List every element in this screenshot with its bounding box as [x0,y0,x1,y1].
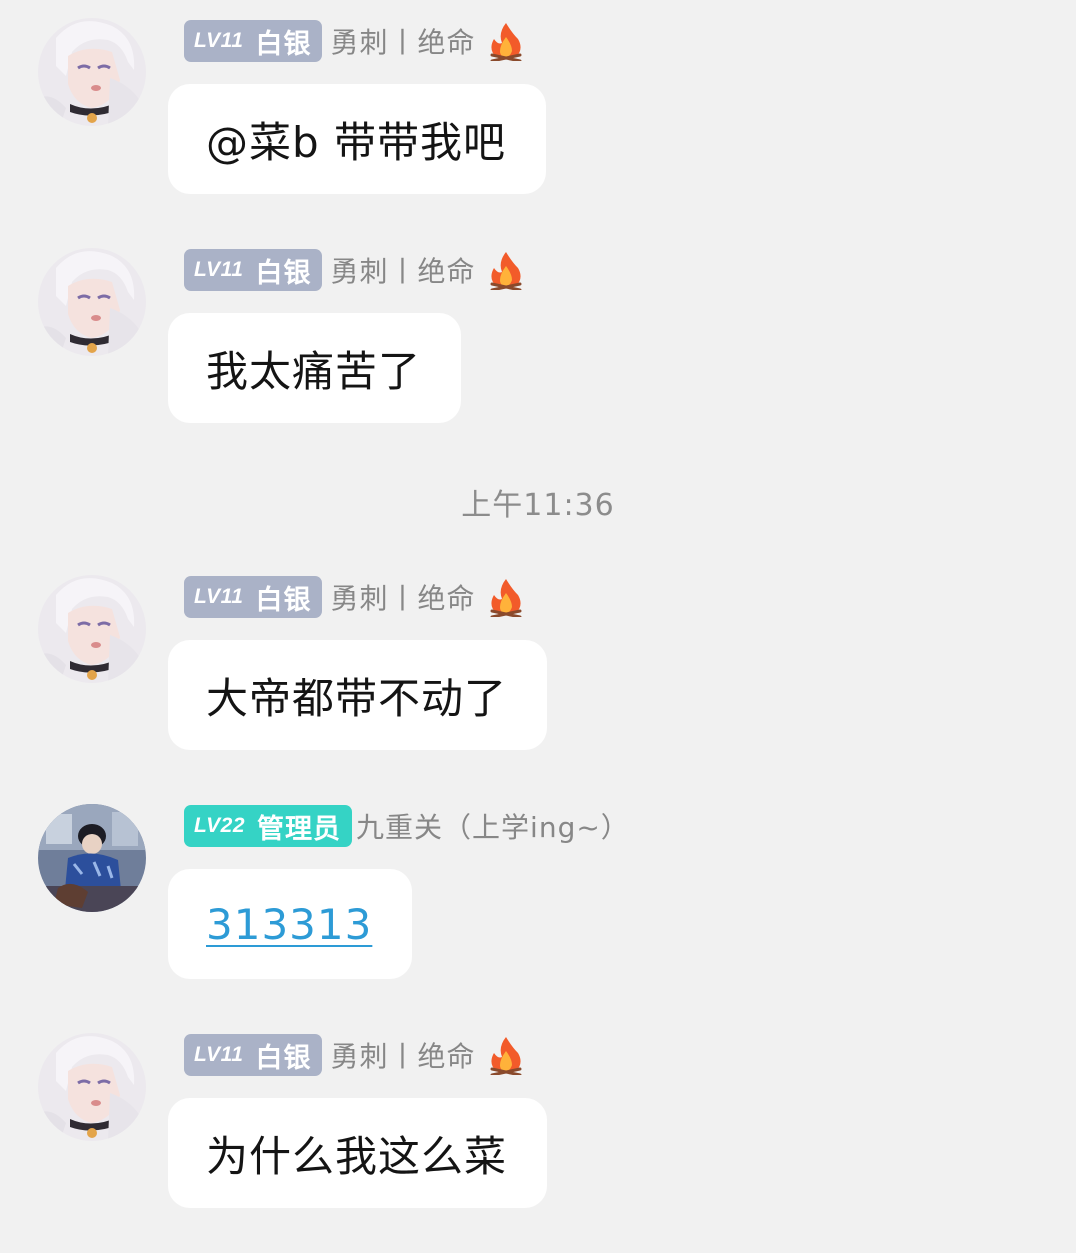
message-bubble[interactable]: 我太痛苦了 [168,313,462,423]
level-badge: LV22 管理员 [184,805,353,847]
message-header: LV22 管理员 九重关（上学ing~） [184,805,630,847]
anime-girl-avatar[interactable] [38,575,146,683]
level-badge: LV11 白银 [184,20,323,62]
message-header: LV11 白银 勇刺丨绝命 [184,249,524,291]
message-bubble[interactable]: 313313 [168,869,413,979]
anime-girl-avatar[interactable] [38,248,146,356]
message-header: LV11 白银 勇刺丨绝命 [184,576,524,618]
anime-girl-avatar[interactable] [38,18,146,126]
nickname[interactable]: 九重关（上学ing~） [356,806,630,846]
rank-text: 白银 [255,584,312,616]
anime-boy-avatar[interactable] [38,804,146,912]
message-text: 为什么我这么菜 [206,1131,508,1181]
fire-icon [488,577,524,617]
level-text: LV11 [194,1043,244,1066]
nickname[interactable]: 勇刺丨绝命 [330,250,475,290]
level-badge: LV11 白银 [184,249,323,291]
fire-icon [488,21,524,61]
anime-girl-avatar[interactable] [38,1033,146,1141]
fire-icon [488,250,524,290]
message-bubble[interactable]: 大帝都带不动了 [168,640,548,750]
message-bubble[interactable]: @菜b 带带我吧 [168,84,547,194]
message-header: LV11 白银 勇刺丨绝命 [184,20,524,62]
level-text: LV11 [194,258,244,281]
rank-text: 白银 [255,28,312,60]
message-text: @菜b 带带我吧 [206,117,507,167]
message-header: LV11 白银 勇刺丨绝命 [184,1034,524,1076]
level-badge: LV11 白银 [184,576,323,618]
timestamp: 上午11:36 [461,488,615,523]
level-text: LV11 [194,585,244,608]
message-text: 大帝都带不动了 [206,673,508,723]
nickname[interactable]: 勇刺丨绝命 [330,1035,475,1075]
nickname[interactable]: 勇刺丨绝命 [330,21,475,61]
nickname[interactable]: 勇刺丨绝命 [330,577,475,617]
level-text: LV11 [194,29,244,52]
level-badge: LV11 白银 [184,1034,323,1076]
rank-text: 白银 [255,257,312,289]
level-text: LV22 [194,814,246,837]
message-bubble[interactable]: 为什么我这么菜 [168,1098,548,1208]
fire-icon [488,1035,524,1075]
message-link[interactable]: 313313 [206,900,372,949]
message-text: 我太痛苦了 [206,346,422,396]
rank-text: 白银 [255,1042,312,1074]
rank-text: 管理员 [257,813,342,845]
